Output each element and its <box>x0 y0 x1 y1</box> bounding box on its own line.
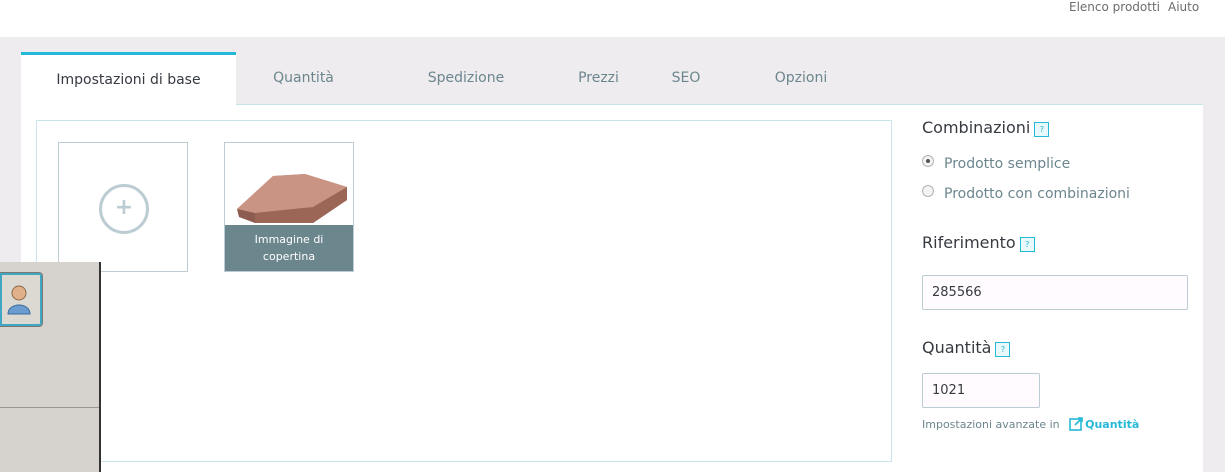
combinations-title-text: Combinazioni <box>922 118 1031 137</box>
radio-product-combinations[interactable]: Prodotto con combinazioni <box>922 185 1130 202</box>
panel-divider <box>0 407 99 408</box>
cover-caption-line2: copertina <box>262 250 316 263</box>
help-icon[interactable]: ? <box>1019 237 1035 252</box>
tab-quantity[interactable]: Quantità <box>241 52 366 104</box>
top-bar: Elenco prodotti Aiuto <box>0 0 1225 37</box>
product-tabs: Impostazioni di base Quantità Spedizione… <box>21 52 1203 105</box>
help-icon[interactable]: ? <box>1034 122 1050 137</box>
reference-title-text: Riferimento <box>922 233 1016 252</box>
quantity-input[interactable]: 1021 <box>922 373 1040 408</box>
user-icon <box>7 285 31 315</box>
cover-image-thumbnail[interactable]: Immagine di copertina <box>224 142 354 272</box>
user-account-button[interactable] <box>0 272 43 327</box>
quantity-title-text: Quantità <box>922 338 992 357</box>
add-image-button[interactable]: + <box>58 142 188 272</box>
tab-shipping[interactable]: Spedizione <box>381 52 551 104</box>
radio-unselected-icon[interactable] <box>922 185 934 197</box>
radio-simple-label: Prodotto semplice <box>944 156 1071 172</box>
reference-title: Riferimento? <box>922 233 1035 252</box>
reference-input[interactable]: 285566 <box>922 275 1188 310</box>
tab-options[interactable]: Opzioni <box>751 52 851 104</box>
plus-circle-icon: + <box>99 184 149 234</box>
tab-basic-settings[interactable]: Impostazioni di base <box>21 52 236 105</box>
radio-combinations-label: Prodotto con combinazioni <box>944 186 1130 202</box>
quantity-title: Quantità? <box>922 338 1011 357</box>
radio-selected-icon[interactable] <box>922 155 934 167</box>
combinations-title: Combinazioni? <box>922 118 1050 137</box>
cover-caption: Immagine di copertina <box>225 225 353 271</box>
help-icon[interactable]: ? <box>995 342 1011 357</box>
tab-seo[interactable]: SEO <box>651 52 721 104</box>
advanced-quantity-link[interactable]: Quantità <box>1085 418 1139 431</box>
product-list-link[interactable]: Elenco prodotti <box>1069 0 1160 14</box>
image-dropzone[interactable]: + Immagine di copertina <box>36 120 892 462</box>
tab-prices[interactable]: Prezzi <box>541 52 656 104</box>
cover-caption-line1: Immagine di <box>254 233 324 246</box>
external-link-icon <box>1069 417 1083 431</box>
advanced-settings-text: Impostazioni avanzate in <box>922 418 1060 431</box>
radio-simple-product[interactable]: Prodotto semplice <box>922 155 1070 172</box>
product-photo <box>225 143 353 225</box>
advanced-settings-note: Impostazioni avanzate in Quantità <box>922 417 1139 431</box>
help-link[interactable]: Aiuto <box>1168 0 1199 14</box>
side-launcher-panel <box>0 262 101 472</box>
